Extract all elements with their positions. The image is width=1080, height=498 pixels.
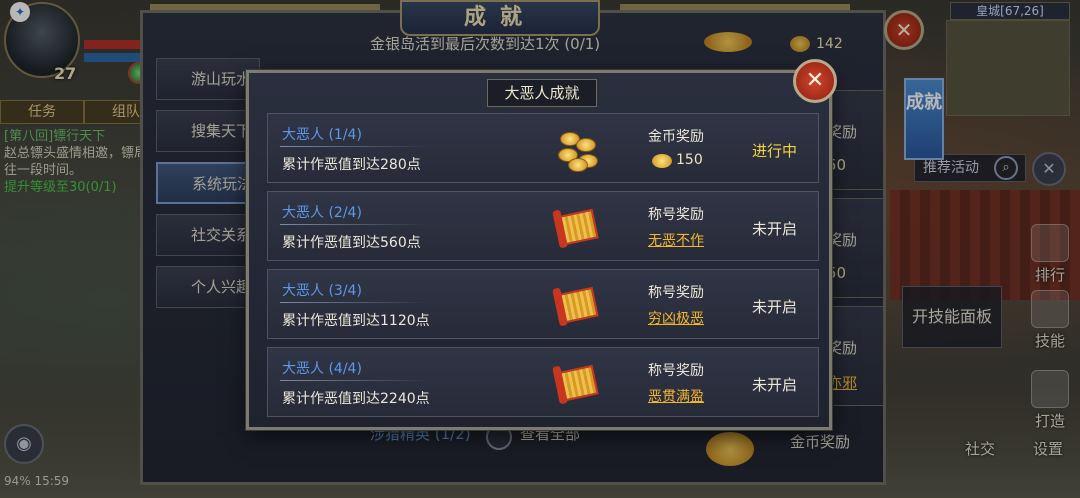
achievement-desc: 累计作恶值到达1120点 bbox=[282, 313, 430, 329]
achievement-name: 大恶人 (2/4) bbox=[282, 205, 362, 221]
divider bbox=[280, 302, 430, 303]
title-reward-name[interactable]: 穷凶极恶 bbox=[648, 308, 704, 328]
gold-coins-icon bbox=[554, 128, 604, 172]
popup-close-button[interactable]: ✕ bbox=[793, 59, 837, 103]
achievement-status: 进行中 bbox=[752, 142, 798, 160]
reward-label: 称号奖励 bbox=[648, 363, 704, 379]
achievement-row[interactable]: 大恶人 (1/4) 累计作恶值到达280点 金币奖励 150 进行中 bbox=[267, 113, 819, 183]
divider bbox=[280, 224, 430, 225]
achievement-name: 大恶人 (3/4) bbox=[282, 283, 362, 299]
title-reward-name[interactable]: 恶贯满盈 bbox=[648, 386, 704, 406]
achievement-list: 大恶人 (1/4) 累计作恶值到达280点 金币奖励 150 进行中 大恶人 (… bbox=[267, 113, 819, 425]
achievement-name: 大恶人 (1/4) bbox=[282, 127, 362, 143]
reward-label: 称号奖励 bbox=[648, 285, 704, 301]
reward-value: 150 bbox=[676, 152, 703, 168]
achievement-row[interactable]: 大恶人 (4/4) 累计作恶值到达2240点 称号奖励 恶贯满盈 未开启 bbox=[267, 347, 819, 417]
achievement-status: 未开启 bbox=[752, 376, 798, 394]
achievement-row[interactable]: 大恶人 (3/4) 累计作恶值到达1120点 称号奖励 穷凶极恶 未开启 bbox=[267, 269, 819, 339]
achievement-status: 未开启 bbox=[752, 298, 798, 316]
achievement-desc: 累计作恶值到达560点 bbox=[282, 235, 421, 251]
achievement-status: 未开启 bbox=[752, 220, 798, 238]
achievement-desc: 累计作恶值到达280点 bbox=[282, 157, 421, 173]
popup-title: 大恶人成就 bbox=[487, 79, 597, 107]
title-reward-name[interactable]: 无恶不作 bbox=[648, 230, 704, 250]
achievement-desc: 累计作恶值到达2240点 bbox=[282, 391, 430, 407]
divider bbox=[280, 146, 430, 147]
title-scroll-icon bbox=[552, 362, 604, 406]
coin-icon bbox=[652, 154, 672, 168]
reward-label: 金币奖励 bbox=[648, 129, 704, 145]
villain-achievement-popup: 大恶人成就 ✕ 大恶人 (1/4) 累计作恶值到达280点 金币奖励 150 进… bbox=[246, 59, 837, 430]
title-scroll-icon bbox=[552, 206, 604, 250]
achievement-row[interactable]: 大恶人 (2/4) 累计作恶值到达560点 称号奖励 无恶不作 未开启 bbox=[267, 191, 819, 261]
title-scroll-icon bbox=[552, 284, 604, 328]
divider bbox=[280, 380, 430, 381]
achievement-name: 大恶人 (4/4) bbox=[282, 361, 362, 377]
reward-label: 称号奖励 bbox=[648, 207, 704, 223]
